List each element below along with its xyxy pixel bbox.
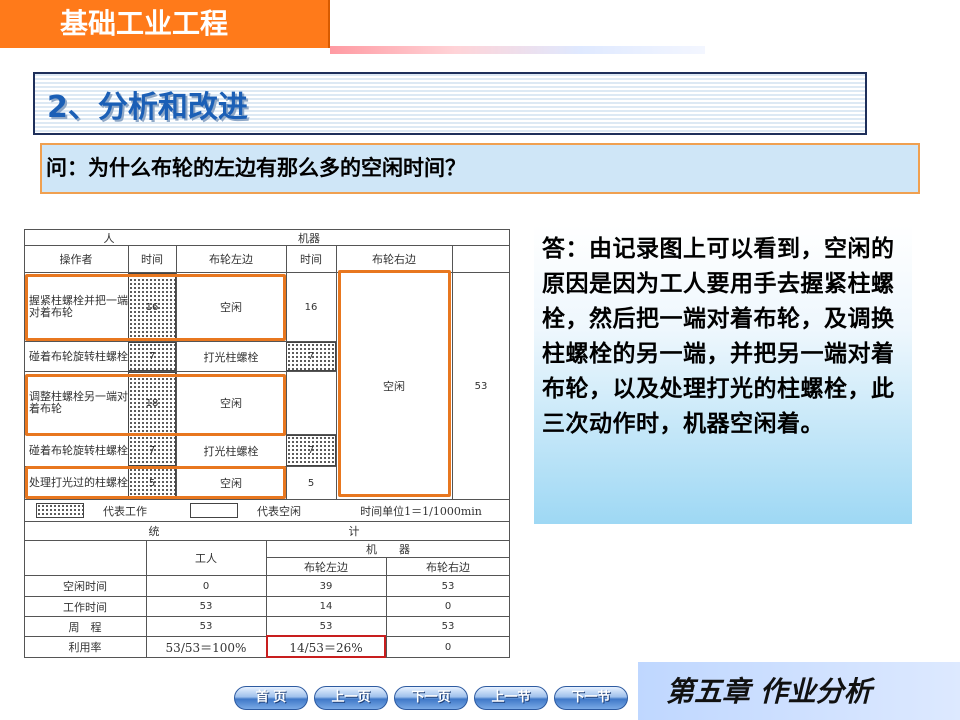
stats-worker-4: 53/53＝100%: [165, 640, 247, 655]
answer-text: 答：由记录图上可以看到，空闲的原因是因为工人要用手去握紧柱螺栓，然后把一端对着布…: [542, 236, 895, 437]
stats-left-3: 53: [319, 621, 333, 632]
mtime-row-1: 16: [304, 301, 318, 313]
op-row-4: 碰着布轮旋转柱螺栓: [29, 443, 128, 457]
stats-machine-header: 机 器: [366, 543, 410, 556]
stats-right-4: 0: [444, 641, 452, 653]
stats-label-1: 空闲时间: [63, 580, 107, 593]
stats-wheel-left-header: 布轮左边: [304, 560, 348, 574]
header-worker: 人: [103, 231, 115, 245]
highlight-utilization: [266, 635, 386, 658]
stats-left-2: 14: [319, 601, 333, 612]
highlight-idle-2: [25, 374, 286, 436]
stats-label-3: 周 程: [68, 620, 102, 634]
next-page-button[interactable]: 下一页: [394, 686, 468, 710]
legend-time-unit: 时间单位1＝1/1000min: [360, 505, 482, 518]
chapter-title: 第五章 作业分析: [666, 675, 872, 708]
time-row-4: 7: [148, 445, 156, 456]
header-operator: 操作者: [59, 253, 93, 266]
prev-section-button[interactable]: 上一节: [474, 686, 548, 710]
section-banner: 2、分析和改进: [33, 72, 867, 135]
stats-right-2: 0: [444, 601, 452, 612]
highlight-right-idle: [338, 270, 451, 497]
course-title: 基础工业工程: [0, 0, 330, 48]
man-machine-chart: 人 机器 操作者 时间 布轮左边 时间 布轮右边 握紧柱螺栓并把一端对着布轮 1…: [24, 229, 510, 659]
answer-box: 答：由记录图上可以看到，空闲的原因是因为工人要用手去握紧柱螺栓，然后把一端对着布…: [534, 225, 912, 524]
op-row-2: 碰着布轮旋转柱螺栓: [29, 349, 128, 363]
next-section-button[interactable]: 下一节: [554, 686, 628, 710]
mtime-row-4: 7: [307, 445, 315, 456]
chapter-banner: 第五章 作业分析: [638, 662, 960, 720]
stats-label-4: 利用率: [68, 641, 102, 654]
mtime-row-2: 7: [307, 351, 315, 362]
stats-worker-2: 53: [199, 601, 213, 612]
time-row-2: 7: [148, 351, 156, 362]
highlight-idle-3: [25, 466, 286, 499]
question-box: 问：为什么布轮的左边有那么多的空闲时间？: [40, 143, 920, 194]
header-time-machine: 时间: [300, 253, 322, 266]
home-button[interactable]: 首 页: [234, 686, 308, 710]
header-wheel-right: 布轮右边: [372, 253, 416, 266]
stats-worker-3: 53: [199, 621, 213, 632]
highlight-idle-1: [25, 274, 286, 341]
legend-work-label: 代表工作: [103, 505, 147, 518]
section-title: 2、分析和改进: [47, 90, 248, 125]
stats-label-2: 工作时间: [63, 600, 107, 614]
legend-idle-label: 代表空闲: [257, 505, 301, 518]
stats-worker-header: 工人: [195, 552, 217, 565]
header-machine: 机器: [298, 231, 320, 245]
stats-right-3: 53: [441, 621, 455, 632]
stats-worker-1: 0: [202, 580, 210, 592]
header-divider: [330, 46, 705, 54]
left-row-2: 打光柱螺栓: [203, 350, 259, 364]
stats-left-1: 39: [319, 580, 333, 592]
legend-idle-swatch: [190, 503, 238, 518]
stats-title-right: 计: [348, 524, 360, 538]
prev-page-button[interactable]: 上一页: [314, 686, 388, 710]
legend-work-swatch: [36, 503, 84, 518]
right-wheel-total: 53: [474, 380, 488, 392]
header-time: 时间: [141, 253, 163, 266]
mtime-row-5: 5: [307, 477, 315, 489]
left-row-4: 打光柱螺栓: [203, 444, 259, 458]
header-wheel-left: 布轮左边: [209, 253, 253, 266]
stats-wheel-right-header: 布轮右边: [426, 560, 470, 574]
stats-right-1: 53: [441, 580, 455, 592]
stats-title-left: 统: [148, 524, 160, 538]
